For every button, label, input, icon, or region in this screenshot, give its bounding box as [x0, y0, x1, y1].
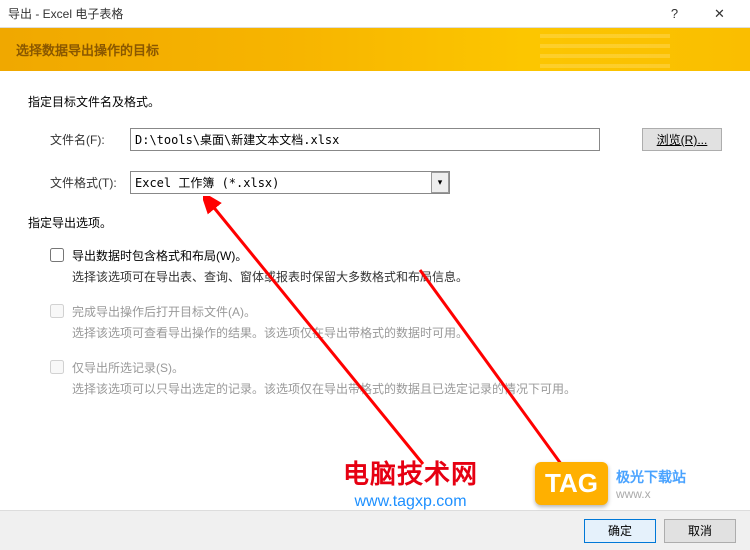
option-desc: 选择该选项可在导出表、查询、窗体或报表时保留大多数格式和布局信息。: [72, 268, 722, 285]
filename-input[interactable]: [130, 128, 600, 151]
format-dropdown[interactable]: ▾: [130, 171, 450, 194]
watermark-text: 电脑技术网: [343, 454, 478, 491]
window-title: 导出 - Excel 电子表格: [8, 5, 652, 22]
close-button[interactable]: ✕: [697, 3, 742, 25]
format-label: 文件格式(T):: [50, 174, 130, 191]
ok-button[interactable]: 确定: [584, 519, 656, 543]
option-label: 导出数据时包含格式和布局(W)。: [72, 247, 722, 264]
option-desc: 选择该选项可以只导出选定的记录。该选项仅在导出带格式的数据且已选定记录的情况下可…: [72, 380, 722, 397]
checkbox-selected-records: [50, 360, 64, 374]
tag-icon: TAG: [535, 462, 608, 505]
option-label: 完成导出操作后打开目标文件(A)。: [72, 303, 722, 320]
filename-label: 文件名(F):: [50, 131, 130, 148]
checkbox-include-formatting[interactable]: [50, 248, 64, 262]
watermark2-url: www.x: [616, 487, 686, 501]
watermark-tagxp: 电脑技术网 www.tagxp.com: [343, 454, 478, 511]
cancel-button[interactable]: 取消: [664, 519, 736, 543]
browse-button[interactable]: 浏览(R)...: [642, 128, 722, 151]
option-include-formatting: 导出数据时包含格式和布局(W)。 选择该选项可在导出表、查询、窗体或报表时保留大…: [50, 247, 722, 285]
section-filename-title: 指定目标文件名及格式。: [28, 93, 722, 110]
help-button[interactable]: ?: [652, 3, 697, 25]
dialog-content: 指定目标文件名及格式。 文件名(F): 浏览(R)... 文件格式(T): ▾ …: [0, 71, 750, 397]
watermark-url: www.tagxp.com: [343, 493, 478, 511]
dialog-footer: 确定 取消: [0, 510, 750, 550]
option-label: 仅导出所选记录(S)。: [72, 359, 722, 376]
banner-title: 选择数据导出操作的目标: [16, 40, 159, 59]
option-desc: 选择该选项可查看导出操作的结果。该选项仅在导出带格式的数据时可用。: [72, 324, 722, 341]
watermark-jiguang: TAG 极光下载站 www.x: [535, 462, 686, 505]
watermark2-text: 极光下载站: [616, 467, 686, 487]
option-selected-records: 仅导出所选记录(S)。 选择该选项可以只导出选定的记录。该选项仅在导出带格式的数…: [50, 359, 722, 397]
titlebar: 导出 - Excel 电子表格 ? ✕: [0, 0, 750, 28]
section-options-title: 指定导出选项。: [28, 214, 722, 231]
option-open-after-export: 完成导出操作后打开目标文件(A)。 选择该选项可查看导出操作的结果。该选项仅在导…: [50, 303, 722, 341]
banner: 选择数据导出操作的目标: [0, 28, 750, 71]
format-value[interactable]: [130, 171, 450, 194]
format-row: 文件格式(T): ▾: [50, 171, 722, 194]
checkbox-open-after: [50, 304, 64, 318]
filename-row: 文件名(F): 浏览(R)...: [50, 128, 722, 151]
chevron-down-icon[interactable]: ▾: [431, 172, 449, 193]
window-controls: ? ✕: [652, 3, 742, 25]
